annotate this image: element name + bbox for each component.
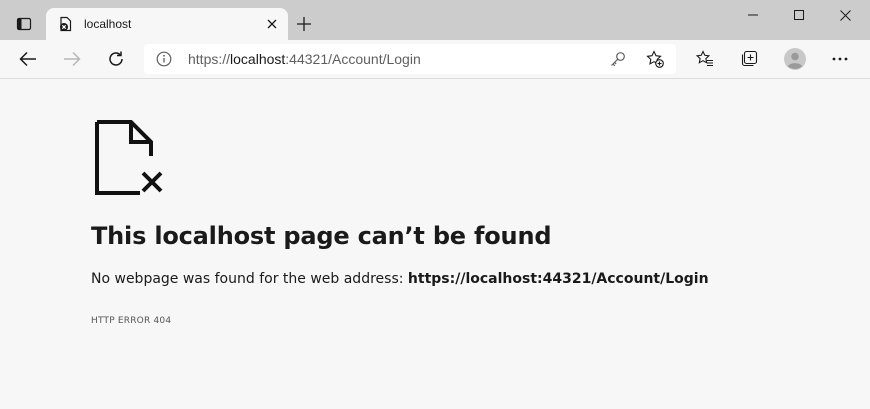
tab-localhost[interactable]: localhost xyxy=(46,8,288,40)
new-tab-button[interactable] xyxy=(292,12,316,36)
tab-actions-icon xyxy=(16,17,32,31)
add-favorite-icon[interactable] xyxy=(646,50,664,68)
profile-button[interactable] xyxy=(779,43,811,75)
favorites-icon xyxy=(696,50,713,67)
maximize-button[interactable] xyxy=(776,0,822,30)
url-text[interactable]: https://localhost:44321/Account/Login xyxy=(188,51,421,67)
refresh-icon xyxy=(109,51,123,66)
forward-button[interactable] xyxy=(56,43,88,75)
title-bar: localhost xyxy=(0,0,870,40)
error-description-text: No webpage was found for the web address… xyxy=(91,271,404,287)
minimize-button[interactable] xyxy=(730,0,776,30)
url-scheme: https:// xyxy=(188,51,231,67)
maximize-icon xyxy=(794,10,804,20)
plus-icon xyxy=(297,17,311,31)
back-button[interactable] xyxy=(12,43,44,75)
toolbar: https://localhost:44321/Account/Login xyxy=(0,40,870,79)
url-host: localhost xyxy=(230,51,286,67)
refresh-button[interactable] xyxy=(100,43,132,75)
favorites-button[interactable] xyxy=(689,43,721,75)
forward-arrow-icon xyxy=(64,51,81,67)
minimize-icon xyxy=(748,14,758,16)
close-window-icon xyxy=(839,9,851,21)
page-content: This localhost page can’t be found No we… xyxy=(0,79,870,409)
tab-title: localhost xyxy=(84,17,132,31)
collections-icon xyxy=(741,50,758,67)
url-rest: :44321/Account/Login xyxy=(285,51,421,67)
error-address: https://localhost:44321/Account/Login xyxy=(407,271,709,287)
collections-button[interactable] xyxy=(733,43,765,75)
back-arrow-icon xyxy=(19,51,36,67)
info-icon[interactable] xyxy=(156,51,172,67)
profile-avatar-icon xyxy=(784,48,806,70)
address-bar[interactable]: https://localhost:44321/Account/Login xyxy=(144,44,676,74)
error-code: HTTP ERROR 404 xyxy=(91,316,172,326)
more-button[interactable] xyxy=(824,43,856,75)
tab-actions-button[interactable] xyxy=(8,8,40,40)
error-description: No webpage was found for the web address… xyxy=(91,270,709,288)
more-icon xyxy=(832,57,848,61)
page-error-icon xyxy=(58,16,74,32)
key-icon[interactable] xyxy=(610,51,626,67)
tab-close-button[interactable] xyxy=(264,16,280,32)
error-title: This localhost page can’t be found xyxy=(91,222,552,250)
close-window-button[interactable] xyxy=(822,0,868,30)
close-icon xyxy=(267,19,277,29)
broken-document-icon xyxy=(92,120,166,196)
